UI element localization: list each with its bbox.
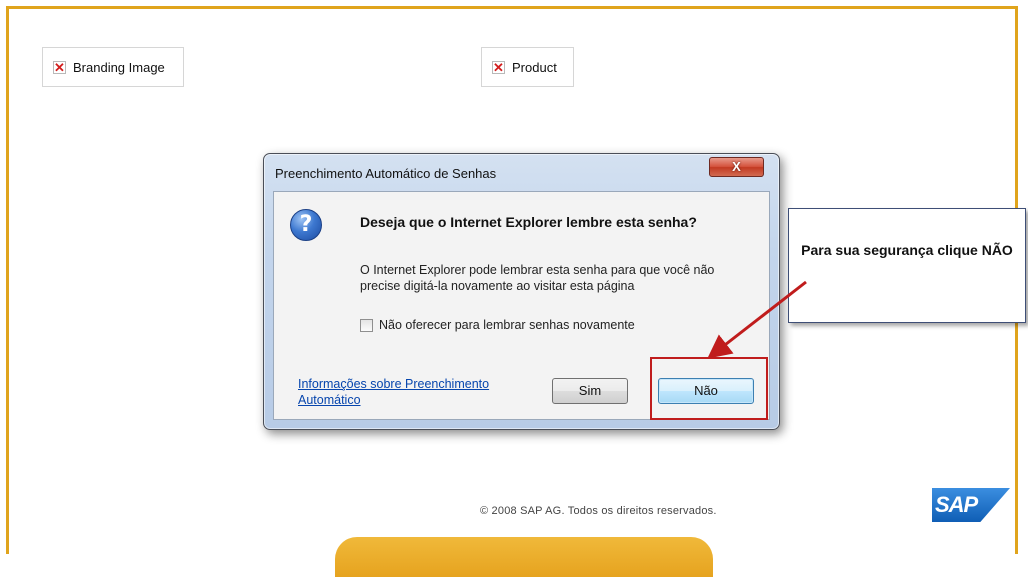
- autocomplete-info-link[interactable]: Informações sobre Preenchimento Automáti…: [298, 376, 538, 408]
- broken-image-icon: ✕: [53, 59, 66, 75]
- instruction-callout: Para sua segurança clique NÃO: [788, 208, 1026, 323]
- question-icon: ?: [290, 209, 322, 241]
- product-image-alt: Product: [512, 59, 557, 75]
- dont-offer-label: Não oferecer para lembrar senhas novamen…: [379, 318, 635, 332]
- main-instruction: Deseja que o Internet Explorer lembre es…: [360, 214, 697, 230]
- no-button-highlight: [650, 357, 768, 420]
- yes-button[interactable]: Sim: [552, 378, 628, 404]
- bottom-tab: [335, 537, 713, 577]
- product-image-placeholder: ✕ Product: [481, 47, 574, 87]
- branding-image-placeholder: ✕ Branding Image: [42, 47, 184, 87]
- broken-image-icon: ✕: [492, 59, 505, 75]
- explanation-text: O Internet Explorer pode lembrar esta se…: [360, 263, 715, 293]
- close-button[interactable]: X: [709, 157, 764, 177]
- dialog-title: Preenchimento Automático de Senhas: [275, 166, 497, 181]
- dont-offer-checkbox[interactable]: [360, 318, 373, 332]
- dont-offer-option[interactable]: Não oferecer para lembrar senhas novamen…: [360, 318, 635, 332]
- branding-image-alt: Branding Image: [73, 59, 165, 75]
- copyright-text: © 2008 SAP AG. Todos os direitos reserva…: [480, 505, 717, 517]
